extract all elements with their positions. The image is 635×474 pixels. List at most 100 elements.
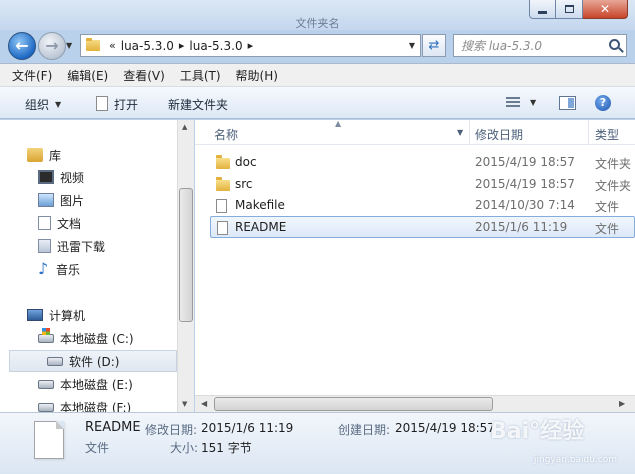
sidebar-item-label: 视频 [60, 170, 85, 185]
sidebar-item-label: 音乐 [56, 262, 81, 277]
file-type: 文件夹 [595, 157, 632, 171]
sidebar-item-pictures[interactable]: 图片 [0, 189, 177, 211]
view-options-icon[interactable] [506, 97, 520, 109]
music-icon [38, 259, 50, 278]
watermark-url: jingyan.baidu.com [534, 455, 618, 465]
menu-tools[interactable]: 工具(T) [180, 67, 221, 84]
sidebar-item-label: 库 [49, 148, 62, 163]
column-filter-dropdown[interactable]: ▼ [457, 128, 463, 137]
sidebar-item-drive-d[interactable]: 软件 (D:) [9, 350, 177, 372]
video-icon [38, 170, 54, 184]
forward-button[interactable]: → [38, 32, 66, 60]
details-created-label: 创建日期: [338, 423, 391, 437]
search-box[interactable] [453, 34, 627, 57]
breadcrumb-separator[interactable]: ▸ [248, 39, 254, 52]
details-created-value: 2015/4/19 18:57 [395, 421, 495, 435]
navigation-pane-scrollbar[interactable]: ▲ ▼ [177, 120, 194, 412]
scroll-down-icon[interactable]: ▼ [182, 400, 187, 408]
column-header-type[interactable]: 类型 [595, 126, 619, 143]
preview-pane-icon[interactable] [559, 96, 576, 110]
back-button[interactable]: ← [8, 32, 36, 60]
sidebar-item-drive-f[interactable]: 本地磁盘 (F:) [0, 396, 177, 412]
file-modified: 2015/4/19 18:57 [475, 177, 575, 191]
menu-bar: 文件(F) 编辑(E) 查看(V) 工具(T) 帮助(H) [0, 63, 635, 87]
column-separator[interactable] [588, 120, 589, 145]
refresh-button[interactable]: ⇄ [422, 34, 446, 57]
close-icon: ✕ [599, 2, 611, 16]
search-input[interactable] [461, 38, 601, 53]
system-drive-icon [38, 327, 54, 343]
file-type: 文件 [595, 200, 620, 214]
file-modified: 2014/10/30 7:14 [475, 198, 575, 212]
file-row-readme[interactable]: README 2015/1/6 11:19 文件 [210, 216, 635, 238]
file-name: doc [235, 155, 257, 169]
new-folder-button[interactable]: 新建文件夹 [168, 96, 228, 113]
column-header-name[interactable]: 名称 [214, 126, 238, 143]
scroll-right-icon[interactable]: ▶ [619, 399, 625, 408]
close-button[interactable]: ✕ [583, 0, 628, 19]
file-icon [217, 221, 228, 235]
scrollbar-thumb[interactable] [214, 397, 493, 411]
menu-help[interactable]: 帮助(H) [236, 67, 278, 84]
file-modified: 2015/1/6 11:19 [475, 220, 568, 234]
sidebar-item-drive-e[interactable]: 本地磁盘 (E:) [0, 373, 177, 395]
minimize-button[interactable] [529, 0, 556, 19]
navigation-pane: 库 视频 图片 文档 迅雷下载 音乐 计算机 本地磁盘 (C:) 软件 (D:)… [0, 120, 194, 412]
details-modified-value: 2015/1/6 11:19 [201, 421, 294, 435]
computer-icon [27, 309, 43, 321]
sidebar-item-label: 本地磁盘 (E:) [60, 377, 133, 392]
sidebar-item-label: 图片 [60, 193, 85, 208]
menu-edit[interactable]: 编辑(E) [67, 67, 108, 84]
sidebar-item-videos[interactable]: 视频 [0, 166, 177, 188]
column-header-row: ▲ 名称 ▼ 修改日期 类型 [195, 120, 635, 145]
address-dropdown[interactable]: ▼ [409, 41, 415, 50]
breadcrumb-item[interactable]: lua-5.3.0 [189, 39, 242, 53]
sidebar-item-documents[interactable]: 文档 [0, 212, 177, 234]
scroll-left-icon[interactable]: ◀ [201, 399, 207, 408]
scrollbar-thumb[interactable] [179, 188, 193, 322]
new-folder-label: 新建文件夹 [168, 98, 229, 112]
sidebar-item-library[interactable]: 库 [0, 144, 177, 166]
sidebar-item-label: 计算机 [49, 308, 86, 323]
breadcrumb-item[interactable]: lua-5.3.0 [121, 39, 174, 53]
search-icon[interactable] [609, 39, 620, 50]
open-button[interactable]: 打开 [96, 96, 138, 113]
drive-icon [38, 402, 54, 412]
minimize-icon [538, 10, 547, 14]
breadcrumb-overflow[interactable]: « [109, 39, 116, 52]
maximize-button[interactable] [556, 0, 583, 19]
folder-icon [216, 155, 230, 169]
file-row-src[interactable]: src 2015/4/19 18:57 文件夹 [210, 174, 635, 195]
details-modified-label: 修改日期: [145, 423, 198, 437]
file-list-horizontal-scrollbar[interactable]: ◀ ▶ [195, 395, 635, 412]
breadcrumb-separator[interactable]: ▸ [179, 39, 185, 52]
window-controls: ✕ [529, 0, 628, 19]
address-bar[interactable]: « lua-5.3.0 ▸ lua-5.3.0 ▸ ▼ [80, 34, 421, 57]
column-separator[interactable] [469, 120, 470, 145]
refresh-icon: ⇄ [428, 38, 440, 53]
organize-button[interactable]: 组织 ▼ [25, 96, 61, 113]
recent-pages-dropdown[interactable]: ▼ [66, 41, 72, 50]
scroll-up-icon[interactable]: ▲ [182, 123, 187, 131]
sidebar-item-drive-c[interactable]: 本地磁盘 (C:) [0, 327, 177, 349]
sidebar-item-computer[interactable]: 计算机 [0, 304, 177, 326]
help-icon[interactable]: ? [595, 95, 611, 111]
details-size-label: 大小: [170, 441, 199, 455]
column-header-modified[interactable]: 修改日期 [475, 126, 523, 143]
menu-file[interactable]: 文件(F) [12, 67, 52, 84]
sidebar-item-xunlei-downloads[interactable]: 迅雷下载 [0, 235, 177, 257]
file-row-makefile[interactable]: Makefile 2014/10/30 7:14 文件 [210, 195, 635, 216]
menu-view[interactable]: 查看(V) [123, 67, 165, 84]
file-name: README [235, 220, 287, 234]
forward-arrow-icon: → [45, 36, 59, 55]
view-options-dropdown[interactable]: ▼ [530, 98, 536, 107]
details-size-value: 151 字节 [201, 441, 252, 455]
sidebar-item-music[interactable]: 音乐 [0, 258, 177, 280]
file-row-doc[interactable]: doc 2015/4/19 18:57 文件夹 [210, 152, 635, 173]
documents-icon [38, 216, 51, 230]
sidebar-item-label: 迅雷下载 [57, 239, 106, 254]
command-bar: 组织 ▼ 打开 新建文件夹 ▼ ? [0, 87, 635, 119]
file-type: 文件 [595, 222, 620, 236]
file-type: 文件夹 [595, 179, 632, 193]
sidebar-item-label: 软件 (D:) [69, 354, 120, 369]
